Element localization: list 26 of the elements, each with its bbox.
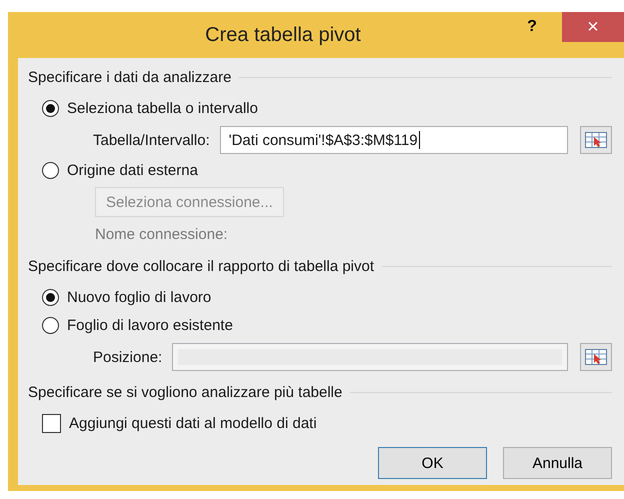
radio-label: Nuovo foglio di lavoro [67, 288, 212, 306]
section-heading: Specificare i dati da analizzare [28, 68, 232, 86]
radio-label: Origine dati esterna [67, 162, 198, 178]
field-label: Tabella/Intervallo: [93, 132, 210, 148]
ok-button[interactable]: OK [378, 447, 487, 479]
radio-label: Foglio di lavoro esistente [67, 316, 233, 334]
close-button[interactable]: × [562, 12, 624, 42]
range-picker-button[interactable] [580, 343, 612, 371]
connection-name-label: Nome connessione: [95, 225, 228, 245]
cancel-button[interactable]: Annulla [503, 447, 612, 479]
radio-button[interactable] [42, 162, 59, 178]
section-heading: Specificare dove collocare il rapporto di tabella pivot [28, 258, 374, 274]
radio-button[interactable] [42, 288, 59, 306]
checkbox-label: Aggiungi questi dati al modello di dati [69, 414, 317, 432]
range-field[interactable]: 'Dati consumi'!$A$3:$M$119 [220, 126, 568, 154]
field-label: Posizione: [93, 348, 162, 366]
radio-button[interactable] [42, 100, 59, 116]
range-picker-button[interactable] [580, 126, 612, 154]
range-picker-icon [585, 349, 607, 365]
checkbox[interactable] [42, 414, 61, 432]
window-title: Crea tabella pivot [204, 24, 362, 46]
radio-button[interactable] [42, 316, 59, 334]
section-heading: Specificare se si vogliono analizzare più tabelle [28, 384, 342, 400]
help-button[interactable]: ? [518, 12, 546, 42]
range-picker-icon [585, 132, 607, 148]
radio-label: Seleziona tabella o intervallo [67, 100, 258, 116]
